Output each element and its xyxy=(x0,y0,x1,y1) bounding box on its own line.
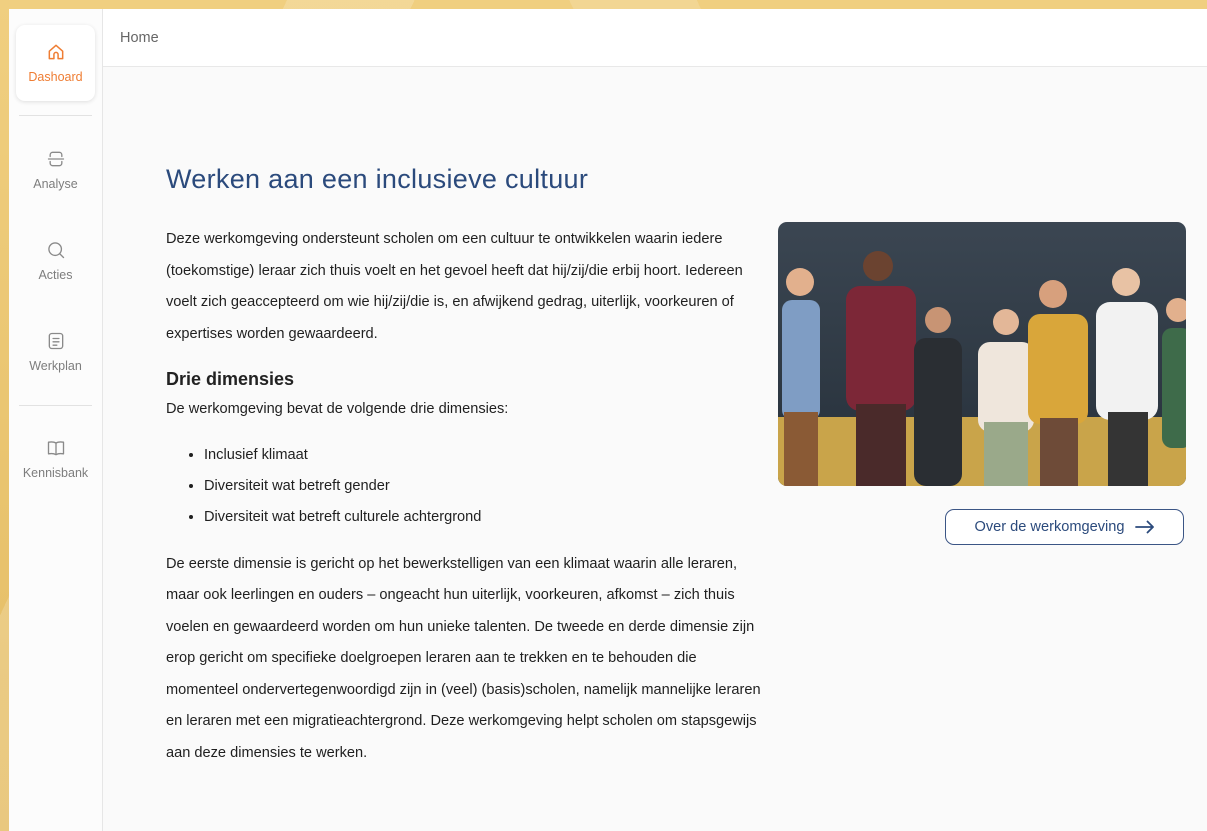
body-paragraph: De eerste dimensie is gericht op het bew… xyxy=(166,555,761,761)
sidebar-item-dashboard[interactable]: Dashoard xyxy=(16,25,95,101)
document-icon xyxy=(48,332,63,350)
sidebar-divider xyxy=(19,405,92,406)
main-content: Home Werken aan een inclusieve cultuur D… xyxy=(103,9,1207,831)
sidebar-item-acties[interactable]: Acties xyxy=(9,240,102,282)
sidebar-item-label: Analyse xyxy=(33,177,78,191)
sidebar-item-label: Dashoard xyxy=(28,70,83,84)
sidebar-item-label: Kennisbank xyxy=(22,466,89,480)
list-item: Diversiteit wat betreft culturele achter… xyxy=(204,502,766,533)
dimensions-list: Inclusief klimaat Diversiteit wat betref… xyxy=(166,440,766,533)
sidebar-divider xyxy=(19,115,92,116)
team-photo xyxy=(778,222,1186,486)
about-workspace-label: Over de werkomgeving xyxy=(974,519,1125,535)
list-item: Inclusief klimaat xyxy=(204,440,766,471)
section-intro: De werkomgeving bevat de volgende drie d… xyxy=(166,401,509,417)
section-heading: Drie dimensies xyxy=(166,369,295,389)
sidebar-item-werkplan[interactable]: Werkplan xyxy=(9,331,102,373)
list-item: Diversiteit wat betreft gender xyxy=(204,471,766,502)
article: Deze werkomgeving ondersteunt scholen om… xyxy=(166,224,766,769)
sidebar-item-analyse[interactable]: Analyse xyxy=(9,149,102,191)
app-window: Dashoard Analyse Acties Werkplan Kennisb… xyxy=(9,9,1207,831)
topbar: Home xyxy=(103,9,1207,67)
sidebar-item-label: Werkplan xyxy=(29,359,82,373)
sidebar-item-kennisbank[interactable]: Kennisbank xyxy=(9,438,102,480)
arrow-right-icon xyxy=(1134,520,1154,534)
about-workspace-button[interactable]: Over de werkomgeving xyxy=(945,509,1184,545)
search-icon xyxy=(47,242,64,259)
page-title: Werken aan een inclusieve cultuur xyxy=(166,164,589,194)
scan-icon xyxy=(47,151,64,167)
sidebar: Dashoard Analyse Acties Werkplan Kennisb… xyxy=(9,9,103,831)
team-photo-image xyxy=(778,222,1186,486)
breadcrumb[interactable]: Home xyxy=(120,30,159,46)
home-icon xyxy=(48,44,63,60)
intro-paragraph: Deze werkomgeving ondersteunt scholen om… xyxy=(166,231,743,342)
book-icon xyxy=(47,441,64,456)
sidebar-item-label: Acties xyxy=(38,268,73,282)
